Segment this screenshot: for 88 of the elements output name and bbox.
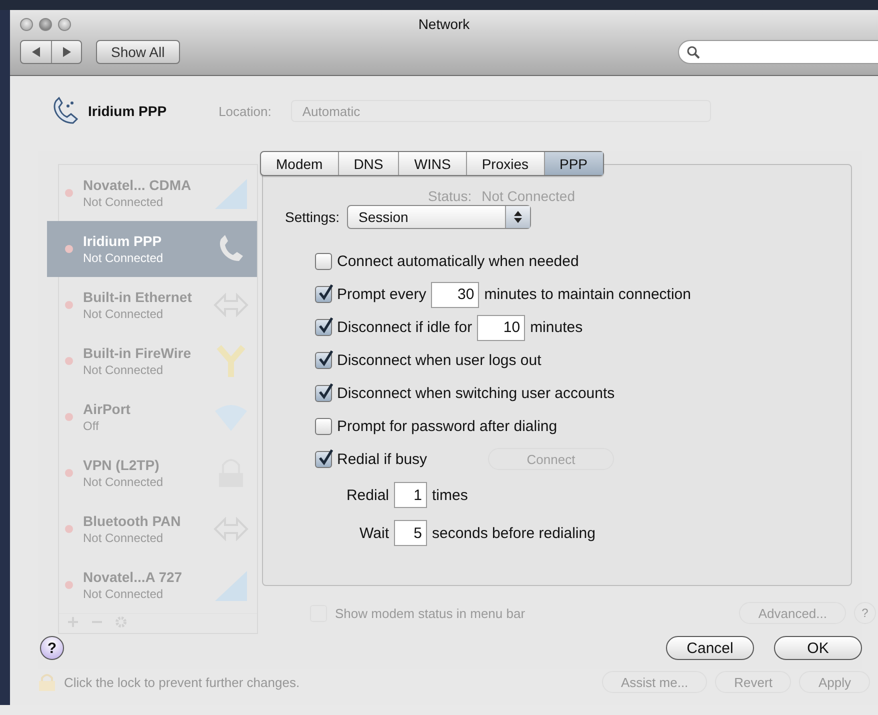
status-dot (65, 357, 73, 365)
status-value: Not Connected (482, 188, 575, 204)
service-name: Built-in FireWire (83, 345, 192, 361)
number-field[interactable]: 5 (394, 520, 427, 546)
status-dot (65, 189, 73, 197)
location-label: Location: (218, 104, 272, 118)
option-text: times (432, 486, 468, 504)
advanced-button[interactable]: Advanced... (739, 602, 846, 624)
tab[interactable]: PPP (544, 152, 603, 175)
footer-button[interactable]: Apply (799, 671, 870, 693)
checkbox[interactable] (315, 385, 332, 402)
number-field[interactable]: 1 (394, 482, 427, 508)
help-button[interactable]: ? (854, 602, 876, 624)
service-item[interactable]: Built-in FireWire Not Connected (59, 333, 257, 389)
option-text: minutes to maintain connection (484, 286, 691, 303)
service-status: Not Connected (83, 475, 164, 489)
connect-button[interactable]: Connect (488, 448, 614, 470)
checkbox[interactable] (315, 451, 332, 468)
left-triangle-icon (32, 47, 40, 57)
search-field[interactable] (678, 40, 878, 64)
field-label: Redial (345, 486, 389, 504)
footer-button[interactable]: Revert (715, 671, 792, 693)
field-label: Wait (358, 524, 389, 542)
minimize-button[interactable] (39, 18, 52, 30)
help-button[interactable]: ? (40, 636, 64, 660)
dialog-button[interactable]: OK (774, 636, 862, 660)
checkbox-label: Disconnect when user logs out (337, 352, 542, 369)
checkbox-label: Connect automatically when needed (337, 253, 579, 270)
checkbox-label: Redial if busy (337, 451, 428, 468)
status-dot (65, 581, 73, 589)
up-down-arrows-icon (514, 211, 522, 223)
checkbox-label: Show modem status in menu bar (335, 606, 526, 620)
status-dot (65, 301, 73, 309)
service-name: Iridium PPP (83, 233, 163, 249)
service-status: Not Connected (83, 251, 164, 265)
service-item[interactable]: VPN (L2TP) Not Connected (59, 445, 257, 501)
window-title: Network (418, 16, 470, 32)
service-name: VPN (L2TP) (83, 457, 160, 473)
service-name: AirPort (83, 401, 132, 417)
service-item[interactable]: AirPort Off (59, 389, 257, 445)
zoom-button[interactable] (58, 18, 71, 30)
lock-message: Click the lock to prevent further changes. (64, 674, 300, 690)
service-name: Bluetooth PAN (83, 513, 182, 529)
service-name: Novatel... CDMA (83, 177, 192, 193)
service-status: Not Connected (83, 307, 164, 321)
search-icon (687, 46, 700, 58)
footer-button[interactable]: Assist me... (602, 671, 708, 693)
service-name: Iridium PPP (88, 103, 167, 119)
service-name: Novatel...A 727 (83, 569, 184, 585)
tab[interactable]: WINS (398, 152, 466, 175)
status-dot (65, 469, 73, 477)
service-status: Not Connected (83, 363, 164, 377)
checkbox-label: Prompt for password after dialing (337, 418, 558, 435)
checkbox-label: Disconnect when switching user accounts (337, 385, 615, 402)
service-status: Not Connected (83, 587, 164, 601)
checkbox[interactable] (315, 286, 332, 303)
settings-label: Settings: (285, 209, 340, 225)
tab[interactable]: Modem (261, 152, 338, 175)
service-item[interactable]: Novatel... CDMA Not Connected (59, 165, 257, 221)
service-status: Not Connected (83, 195, 164, 209)
checkbox[interactable] (315, 352, 332, 369)
option-text: minutes (530, 319, 583, 336)
status-label: Status: (428, 188, 472, 204)
number-field[interactable]: 30 (431, 282, 480, 308)
status-dot (65, 413, 73, 421)
checkbox-label: Disconnect if idle for (337, 319, 472, 336)
service-status: Not Connected (83, 531, 164, 545)
service-item[interactable]: Novatel...A 727 Not Connected (59, 557, 257, 613)
status-dot (65, 525, 73, 533)
checkbox[interactable] (315, 319, 332, 336)
option-text: seconds before redialing (432, 524, 596, 542)
service-name: Built-in Ethernet (83, 289, 193, 305)
service-item[interactable]: Iridium PPP Not Connected (47, 221, 257, 277)
checkbox[interactable] (315, 418, 332, 435)
checkbox[interactable] (315, 253, 332, 270)
close-button[interactable] (20, 18, 33, 30)
settings-dropdown[interactable]: Session (347, 205, 532, 229)
tab[interactable]: DNS (338, 152, 398, 175)
status-dot (65, 245, 73, 253)
checkbox-label: Prompt every (337, 286, 426, 303)
service-status: Off (83, 419, 100, 433)
service-item[interactable]: Built-in Ethernet Not Connected (59, 277, 257, 333)
dialog-button[interactable]: Cancel (666, 636, 754, 660)
show-all-button[interactable]: Show All (96, 40, 180, 64)
location-dropdown[interactable]: Automatic (291, 100, 712, 122)
right-triangle-icon (62, 47, 71, 57)
service-item[interactable]: Bluetooth PAN Not Connected (59, 501, 257, 557)
number-field[interactable]: 10 (477, 314, 526, 340)
